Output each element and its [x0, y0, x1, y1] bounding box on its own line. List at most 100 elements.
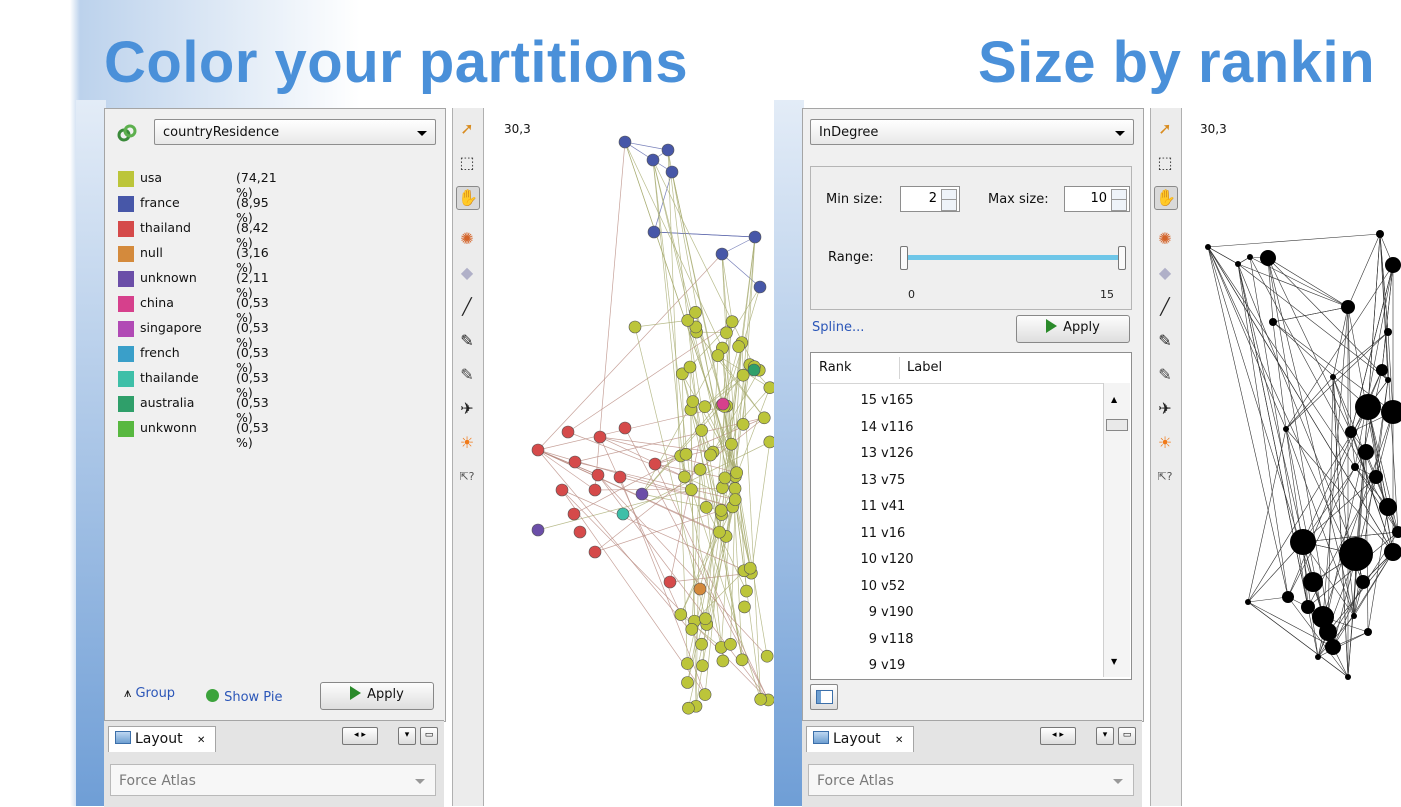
table-row[interactable]: 13 v126 — [811, 446, 1101, 468]
sun-icon[interactable]: ☀ — [1154, 432, 1176, 454]
chevron-down-icon[interactable]: ▾ — [1096, 727, 1114, 745]
graph-node[interactable] — [1283, 426, 1289, 432]
graph-node[interactable] — [1356, 575, 1370, 589]
graph-node[interactable] — [1351, 613, 1357, 619]
graph-node[interactable] — [695, 637, 708, 651]
edge-pencil-icon[interactable]: ✎ — [456, 364, 478, 386]
graph-node[interactable] — [747, 363, 761, 377]
graph-node[interactable] — [699, 612, 712, 625]
graph-node[interactable] — [699, 501, 713, 514]
graph-node[interactable] — [1260, 250, 1276, 266]
graph-node[interactable] — [763, 381, 774, 394]
graph-node[interactable] — [760, 649, 774, 663]
graph-node[interactable] — [1269, 318, 1277, 326]
graph-node[interactable] — [1355, 394, 1381, 420]
minimize-icon[interactable]: ▭ — [420, 727, 438, 745]
graph-node[interactable] — [763, 435, 774, 449]
table-row[interactable]: 9 v190 — [811, 605, 1101, 627]
graph-node[interactable] — [588, 483, 602, 497]
table-view-toggle-icon[interactable] — [810, 684, 838, 710]
graph-node[interactable] — [695, 424, 708, 437]
spline-link[interactable]: Spline... — [812, 320, 864, 335]
tab-scroll-arrows[interactable]: ◂ ▸ — [342, 727, 378, 745]
rectangle-select-icon[interactable]: ⬚ — [456, 152, 478, 174]
graph-node[interactable] — [1245, 599, 1251, 605]
graph-node[interactable] — [1369, 470, 1383, 484]
graph-node[interactable] — [1282, 591, 1294, 603]
graph-node[interactable] — [738, 600, 751, 614]
graph-node[interactable] — [1379, 498, 1397, 516]
rank-column-header[interactable]: Rank — [819, 353, 851, 383]
graph-node[interactable] — [561, 425, 575, 439]
edge-pencil-icon[interactable]: ✎ — [1154, 364, 1176, 386]
table-row[interactable]: 14 v116 — [811, 420, 1101, 442]
partition-apply-button[interactable]: Apply — [320, 682, 434, 710]
graph-node[interactable] — [1345, 426, 1357, 438]
graph-node[interactable] — [725, 437, 738, 451]
graph-node[interactable] — [681, 657, 694, 670]
graph-node[interactable] — [681, 676, 694, 689]
graph-node[interactable] — [1376, 364, 1388, 376]
graph-node[interactable] — [1351, 463, 1359, 471]
graph-node[interactable] — [698, 400, 712, 413]
chevron-down-icon[interactable]: ▾ — [398, 727, 416, 745]
close-icon[interactable]: ✕ — [197, 735, 205, 746]
graph-node[interactable] — [720, 326, 733, 340]
table-row[interactable]: 10 v120 — [811, 552, 1101, 574]
table-scrollbar[interactable]: ▲ ▼ — [1103, 383, 1130, 677]
graph-node[interactable] — [685, 622, 699, 636]
graph-node[interactable] — [568, 455, 582, 469]
graph-node[interactable] — [1290, 529, 1316, 555]
graph-node[interactable] — [618, 135, 632, 149]
painter-icon[interactable]: ✺ — [1154, 228, 1176, 250]
graph-node[interactable] — [1235, 261, 1241, 267]
graph-node[interactable] — [696, 659, 709, 672]
graph-node[interactable] — [728, 493, 742, 506]
graph-node[interactable] — [683, 360, 697, 374]
graph-node[interactable] — [698, 688, 712, 701]
graph-node[interactable] — [588, 545, 602, 559]
graph-node[interactable] — [725, 315, 739, 328]
graph-node[interactable] — [1376, 230, 1384, 238]
spinner-down-icon[interactable] — [941, 199, 957, 211]
graph-node[interactable] — [1301, 600, 1315, 614]
graph-node[interactable] — [1315, 654, 1321, 660]
graph-node[interactable] — [736, 368, 750, 382]
table-row[interactable]: 13 v75 — [811, 473, 1101, 495]
graph-node[interactable] — [555, 483, 569, 497]
table-row[interactable]: 11 v16 — [811, 526, 1101, 548]
graph-node[interactable] — [1385, 257, 1401, 273]
pencil-icon[interactable]: ✎ — [456, 330, 478, 352]
close-icon[interactable]: ✕ — [895, 735, 903, 746]
graph-node[interactable] — [693, 463, 707, 476]
graph-node[interactable] — [678, 470, 691, 484]
table-row[interactable]: 9 v118 — [811, 632, 1101, 654]
graph-node[interactable] — [665, 165, 679, 179]
graph-node[interactable] — [713, 525, 726, 539]
minimize-icon[interactable]: ▭ — [1118, 727, 1136, 745]
brush-icon[interactable]: ╱ — [456, 296, 478, 318]
graph-node[interactable] — [730, 466, 743, 479]
scroll-down-icon[interactable]: ▼ — [1111, 657, 1117, 666]
graph-node[interactable] — [1339, 537, 1373, 571]
help-cursor-icon[interactable]: ⇱? — [456, 466, 478, 488]
table-row[interactable]: 9 v19 — [811, 658, 1101, 679]
pointer-icon[interactable]: ➚ — [1154, 118, 1176, 140]
drag-hand-icon[interactable]: ✋ — [1154, 186, 1178, 210]
graph-node[interactable] — [716, 397, 730, 411]
scroll-up-icon[interactable]: ▲ — [1111, 395, 1117, 404]
graph-node[interactable] — [1325, 639, 1341, 655]
graph-node[interactable] — [567, 507, 581, 521]
left-graph-canvas[interactable] — [490, 112, 774, 806]
graph-node[interactable] — [591, 468, 605, 482]
max-size-spinner[interactable]: 10 — [1064, 186, 1130, 212]
table-row[interactable]: 11 v41 — [811, 499, 1101, 521]
label-column-header[interactable]: Label — [907, 353, 942, 383]
pencil-icon[interactable]: ✎ — [1154, 330, 1176, 352]
graph-node[interactable] — [616, 507, 630, 521]
scroll-thumb[interactable] — [1106, 419, 1128, 431]
graph-node[interactable] — [1247, 254, 1253, 260]
painter-icon[interactable]: ✺ — [456, 228, 478, 250]
graph-node[interactable] — [647, 225, 661, 239]
graph-node[interactable] — [1330, 374, 1336, 380]
